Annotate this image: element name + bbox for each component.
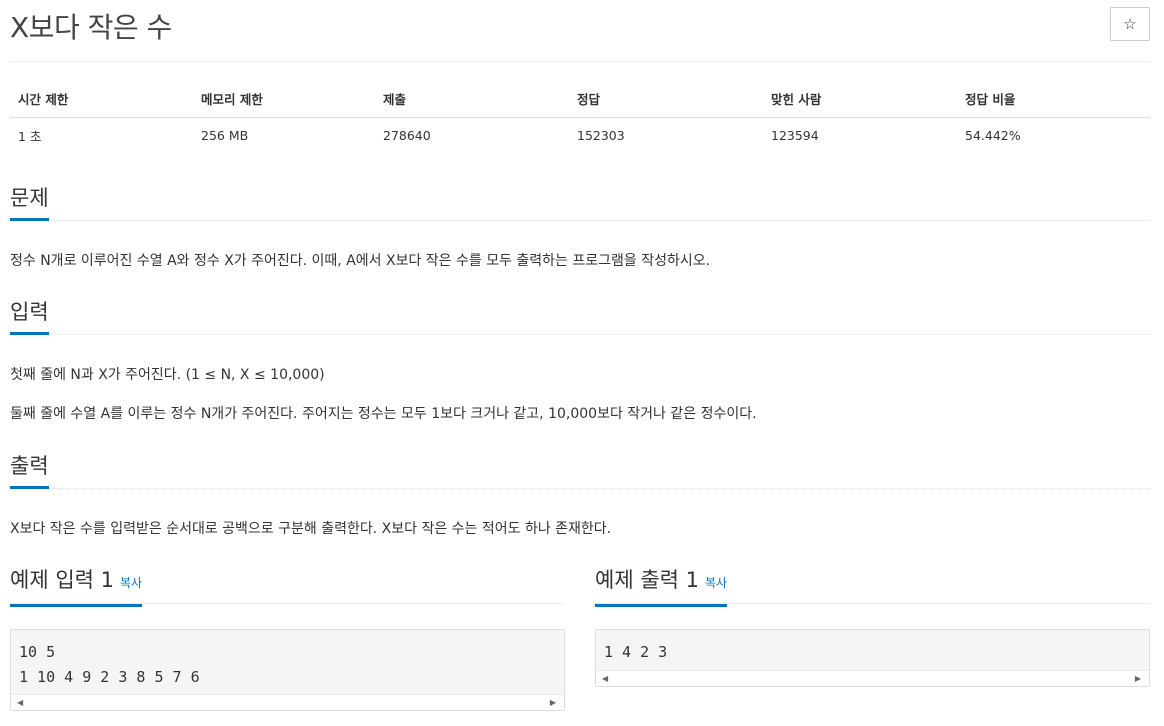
sample-input-content: 10 5 1 10 4 9 2 3 8 5 7 6: [19, 643, 200, 686]
solvers-header: 맞힌 사람: [763, 80, 957, 118]
sample-output-box: 1 4 2 3 ◀ ▶: [595, 629, 1150, 687]
star-icon: ☆: [1123, 16, 1137, 33]
scroll-left-arrow-icon[interactable]: ◀: [17, 698, 23, 708]
sample-output-header: 예제 출력 1 복사: [595, 566, 1150, 607]
solvers-value: 123594: [771, 127, 819, 143]
input-text-line-1: 첫째 줄에 N과 X가 주어진다. (1 ≤ N, X ≤ 10,000): [10, 367, 325, 383]
sample-input-title: 예제 입력 1: [10, 568, 114, 592]
accept-ratio-header: 정답 비율: [957, 80, 1150, 118]
accepted-header: 정답: [569, 80, 763, 118]
sample-input-title-wrap: 예제 입력 1 복사: [10, 566, 143, 607]
sample-input-box: 10 5 1 10 4 9 2 3 8 5 7 6 ◀ ▶: [10, 629, 565, 711]
sample-output-content: 1 4 2 3: [604, 643, 668, 661]
accept-ratio-value: 54.442%: [965, 127, 1021, 143]
time-limit-value: 1 초: [18, 128, 42, 144]
memory-limit-header: 메모리 제한: [193, 80, 375, 118]
output-title: 출력: [10, 452, 49, 489]
description-title: 문제: [10, 184, 49, 221]
sample-input-copy-link[interactable]: 복사: [120, 576, 142, 590]
info-value-row: 1 초 256 MB 278640 152303 123594 54.442%: [10, 117, 1150, 153]
sample-output-title: 예제 출력 1: [595, 568, 699, 592]
sample-output-copy-link[interactable]: 복사: [705, 576, 727, 590]
description-section-header: 문제: [10, 184, 1150, 221]
output-text: X보다 작은 수를 입력받은 순서대로 공백으로 구분해 출력한다. X보다 작…: [10, 521, 612, 537]
scroll-right-arrow-icon[interactable]: ▶: [1135, 674, 1141, 684]
input-title: 입력: [10, 298, 49, 335]
input-text-line-2: 둘째 줄에 수열 A를 이루는 정수 N개가 주어진다. 주어지는 정수는 모두…: [10, 406, 757, 422]
sample-output-title-wrap: 예제 출력 1 복사: [595, 566, 728, 607]
scroll-left-arrow-icon[interactable]: ◀: [602, 674, 608, 684]
input-section-header: 입력: [10, 298, 1150, 335]
accepted-value: 152303: [577, 127, 625, 143]
submissions-header: 제출: [375, 80, 569, 118]
problem-title: X보다 작은 수: [10, 11, 172, 44]
info-header-row: 시간 제한 메모리 제한 제출 정답 맞힌 사람 정답 비율: [10, 80, 1150, 118]
scroll-right-arrow-icon[interactable]: ▶: [550, 698, 556, 708]
problem-info-table: 시간 제한 메모리 제한 제출 정답 맞힌 사람 정답 비율 1 초 256 M…: [10, 80, 1150, 153]
sample-output-scrollbar[interactable]: ◀ ▶: [596, 670, 1149, 686]
page-header: X보다 작은 수 ☆: [10, 0, 1150, 62]
output-section-header: 출력: [10, 452, 1150, 489]
memory-limit-value: 256 MB: [201, 127, 249, 143]
submissions-value: 278640: [383, 127, 431, 143]
sample-input-header: 예제 입력 1 복사: [10, 566, 565, 607]
sample-input-scrollbar[interactable]: ◀ ▶: [11, 694, 564, 710]
star-button[interactable]: ☆: [1110, 7, 1150, 41]
description-text: 정수 N개로 이루어진 수열 A와 정수 X가 주어진다. 이때, A에서 X보…: [10, 253, 711, 269]
time-limit-header: 시간 제한: [10, 80, 193, 118]
